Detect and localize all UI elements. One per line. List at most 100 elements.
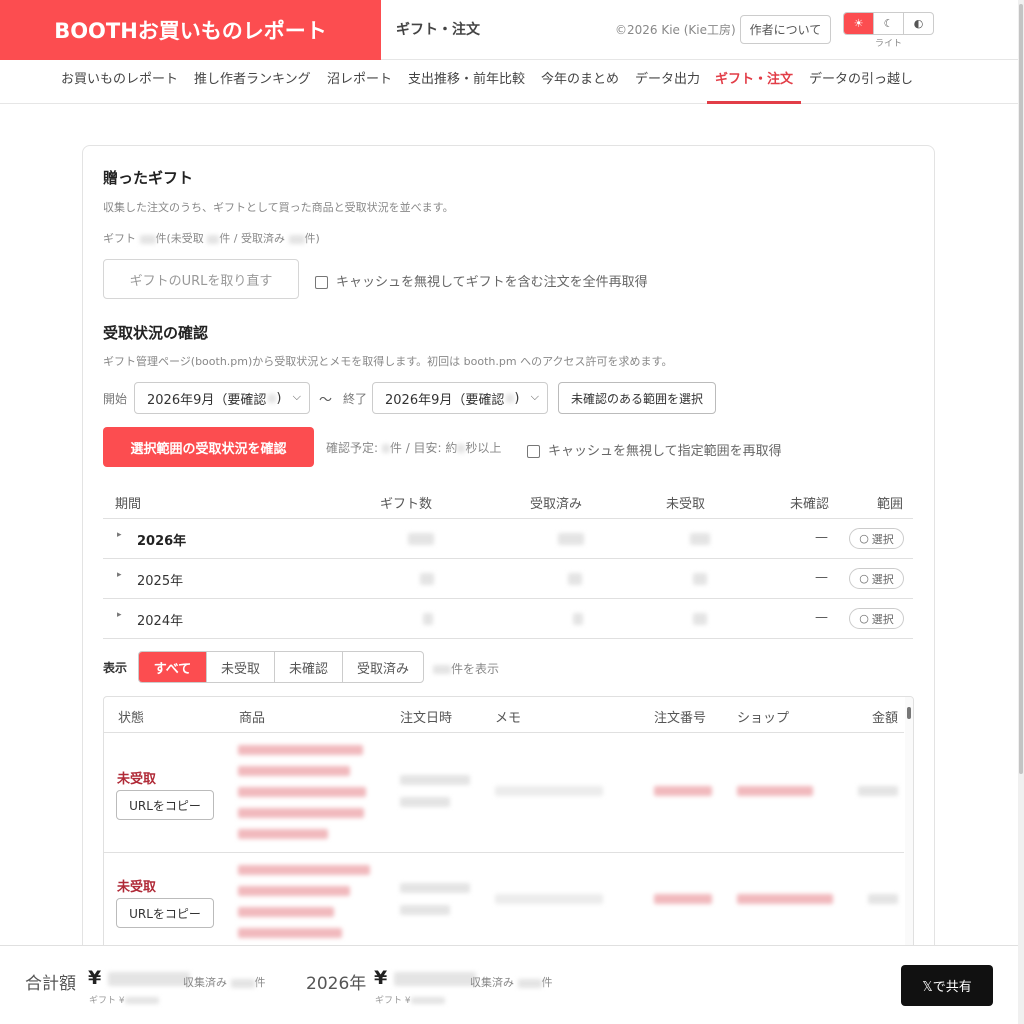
moon-icon[interactable]: ☾ <box>873 13 903 34</box>
copyright-text: ©2026 Kie (Kie工房) <box>615 23 736 37</box>
end-month-select[interactable]: 2026年9月（要確認) ⌵ <box>372 382 548 414</box>
year-gift-amount: ギフト ¥ <box>375 993 445 1006</box>
tab-spending-trend[interactable]: 支出推移・前年比較 <box>408 60 525 104</box>
blurred-value <box>238 886 350 896</box>
table-scrollbar[interactable] <box>905 697 913 955</box>
refetch-gift-urls-button[interactable]: ギフトのURLを取り直す <box>103 259 299 299</box>
blurred-value <box>400 883 470 893</box>
order-status: 未受取 <box>117 880 157 895</box>
total-collected: 収集済み 件 <box>183 976 266 989</box>
filter-count: 件を表示 <box>433 660 499 677</box>
filter-unreceived[interactable]: 未受取 <box>206 652 274 682</box>
tab-year-summary[interactable]: 今年のまとめ <box>541 60 619 104</box>
col-status: 状態 <box>118 711 145 726</box>
col-gift-count: ギフト数 <box>380 497 433 512</box>
expand-triangle-icon[interactable]: ▸ <box>117 610 122 620</box>
gift-count-summary: ギフト 件(未受取 件 / 受取済み 件) <box>103 232 320 245</box>
order-status: 未受取 <box>117 772 157 787</box>
select-unconfirmed-range-button[interactable]: 未確認のある範囲を選択 <box>558 382 716 414</box>
blurred-value <box>238 829 328 839</box>
year-label: 2026年 <box>306 974 367 994</box>
refetch-all-gifts-option[interactable]: キャッシュを無視してギフトを含む注文を全件再取得 <box>315 271 648 290</box>
table-row: 未受取 URLをコピー <box>104 732 904 852</box>
summary-row-period[interactable]: 2025年 <box>137 570 183 589</box>
order-number-link[interactable] <box>654 786 712 796</box>
tab-author-ranking[interactable]: 推し作者ランキング <box>194 60 311 104</box>
gift-card: 贈ったギフト 収集した注文のうち、ギフトとして買った商品と受取状況を並べます。 … <box>82 145 935 1024</box>
product-link[interactable] <box>238 745 363 755</box>
filter-unconfirmed[interactable]: 未確認 <box>274 652 342 682</box>
tab-data-export[interactable]: データ出力 <box>635 60 700 104</box>
refetch-all-checkbox[interactable] <box>315 276 328 289</box>
share-on-x-button[interactable]: 𝕏で共有 <box>901 965 993 1006</box>
page-scrollbar[interactable] <box>1018 0 1024 1024</box>
summary-divider <box>103 598 913 599</box>
summary-row-unconfirmed: — <box>815 610 828 625</box>
shop-link[interactable] <box>737 786 813 796</box>
refetch-range-checkbox[interactable] <box>527 445 540 458</box>
total-amount: ¥ <box>88 967 190 989</box>
range-select-pill[interactable]: ○ 選択 <box>849 608 904 629</box>
sun-icon[interactable]: ☀ <box>844 13 873 34</box>
blurred-value <box>568 573 582 585</box>
copy-url-button[interactable]: URLをコピー <box>116 790 214 820</box>
tab-gift-orders[interactable]: ギフト・注文 <box>707 60 802 104</box>
filter-received[interactable]: 受取済み <box>342 652 423 682</box>
col-received: 受取済み <box>530 497 583 512</box>
col-product: 商品 <box>239 711 266 726</box>
estimate-text: 確認予定: 件 / 目安: 約秒以上 <box>326 441 502 455</box>
col-unconfirmed: 未確認 <box>790 497 830 512</box>
summary-row-period[interactable]: 2026年 <box>137 530 186 549</box>
product-link[interactable] <box>238 865 370 875</box>
blurred-value <box>238 907 334 917</box>
summary-row-unconfirmed: — <box>815 530 828 545</box>
blurred-value <box>858 786 898 796</box>
col-period: 期間 <box>115 497 142 512</box>
refetch-range-option[interactable]: キャッシュを無視して指定範囲を再取得 <box>527 440 782 459</box>
half-circle-icon[interactable]: ◐ <box>903 13 933 34</box>
range-separator: 〜 <box>319 393 333 408</box>
blurred-value <box>400 905 450 915</box>
theme-switcher: ☀ ☾ ◐ <box>843 12 934 35</box>
expand-triangle-icon[interactable]: ▸ <box>117 570 122 580</box>
order-number-link[interactable] <box>654 894 712 904</box>
filter-all[interactable]: すべて <box>139 652 206 682</box>
blurred-value <box>693 573 707 585</box>
table-row: 未受取 URLをコピー <box>104 852 904 955</box>
start-month-select[interactable]: 2026年9月（要確認) ⌵ <box>134 382 310 414</box>
blurred-value <box>423 613 433 625</box>
col-unreceived: 未受取 <box>666 497 706 512</box>
tab-swamp-report[interactable]: 沼レポート <box>327 60 392 104</box>
blurred-value <box>238 787 366 797</box>
about-author-button[interactable]: 作者について <box>740 15 831 44</box>
orders-table: 状態 商品 注文日時 メモ 注文番号 ショップ 金額 未受取 URLをコピー 未… <box>103 696 914 956</box>
year-collected: 収集済み 件 <box>470 976 553 989</box>
tab-shopping-report[interactable]: お買いものレポート <box>61 60 178 104</box>
blurred-value <box>495 786 603 796</box>
summary-divider <box>103 638 913 639</box>
filter-label: 表示 <box>103 661 128 675</box>
range-select-pill[interactable]: ○ 選択 <box>849 568 904 589</box>
chevron-down-icon: ⌵ <box>530 390 539 403</box>
total-gift-amount: ギフト ¥ <box>89 993 159 1006</box>
start-label: 開始 <box>103 392 128 406</box>
copy-url-button[interactable]: URLをコピー <box>116 898 214 928</box>
shop-link[interactable] <box>737 894 833 904</box>
header-subtitle: ギフト・注文 <box>396 22 480 38</box>
expand-triangle-icon[interactable]: ▸ <box>117 530 122 540</box>
brand-title[interactable]: BOOTHお買いものレポート <box>0 0 381 60</box>
summary-divider <box>103 558 913 559</box>
col-shop: ショップ <box>737 711 790 726</box>
tab-data-migration[interactable]: データの引っ越し <box>809 60 913 104</box>
status-filter-segmented: すべて 未受取 未確認 受取済み <box>138 651 424 683</box>
blurred-value <box>400 797 450 807</box>
end-label: 終了 <box>343 392 368 406</box>
confirm-receipt-button[interactable]: 選択範囲の受取状況を確認 <box>103 427 314 467</box>
main-nav: お買いものレポート 推し作者ランキング 沼レポート 支出推移・前年比較 今年のま… <box>0 60 1018 104</box>
year-amount: ¥ <box>374 967 476 989</box>
range-select-pill[interactable]: ○ 選択 <box>849 528 904 549</box>
blurred-value <box>238 766 350 776</box>
summary-row-period[interactable]: 2024年 <box>137 610 183 629</box>
blurred-value <box>690 533 710 545</box>
gifts-description: 収集した注文のうち、ギフトとして買った商品と受取状況を並べます。 <box>103 201 454 214</box>
